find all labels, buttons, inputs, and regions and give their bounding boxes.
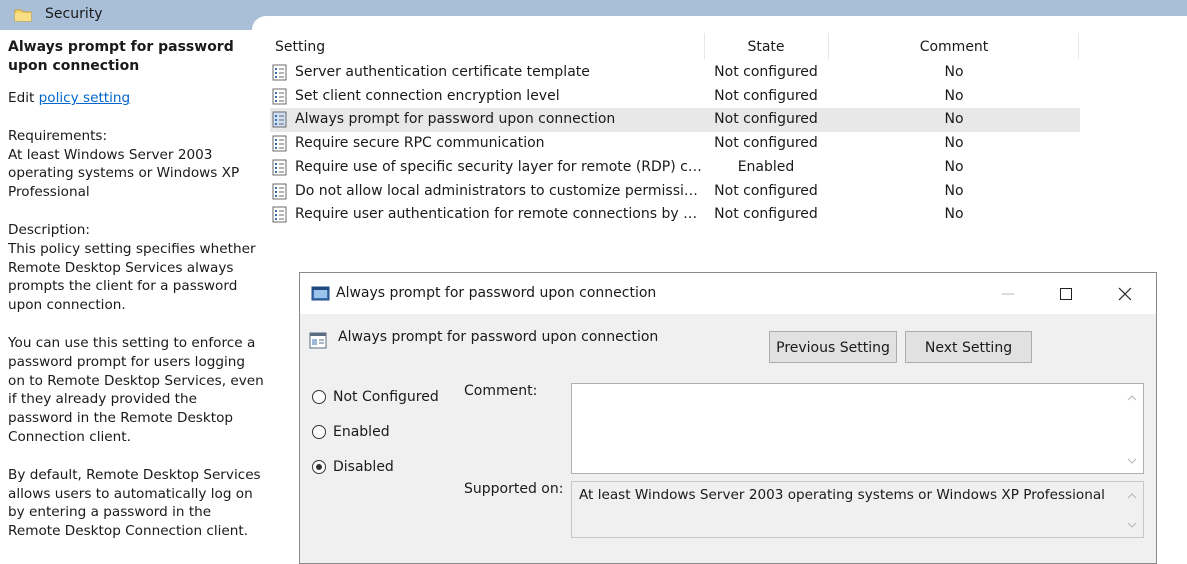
setting-name: Set client connection encryption level — [295, 87, 560, 104]
column-header-setting[interactable]: Setting — [275, 36, 325, 58]
setting-state: Not configured — [714, 64, 818, 80]
setting-name: Require user authentication for remote c… — [295, 206, 705, 223]
scroll-up-icon[interactable] — [1127, 492, 1137, 500]
policy-setting-icon — [272, 111, 287, 128]
dialog-title: Always prompt for password upon connecti… — [336, 285, 657, 301]
table-row[interactable]: Require use of specific security layer f… — [270, 156, 1080, 180]
setting-state: Not configured — [714, 206, 818, 223]
description-para-2: You can use this setting to enforce a pa… — [8, 334, 264, 445]
supported-on-value: At least Windows Server 2003 operating s… — [579, 487, 1105, 503]
radio-selected-dot — [316, 464, 322, 470]
setting-state: Not configured — [714, 111, 818, 128]
scroll-up-icon[interactable] — [1127, 394, 1137, 402]
policy-dialog: Always prompt for password upon connecti… — [299, 272, 1157, 564]
table-row[interactable]: Require secure RPC communication Not conf… — [270, 132, 1080, 156]
setting-comment: No — [944, 64, 964, 80]
edit-line: Edit policy setting — [8, 89, 264, 108]
folder-icon — [14, 9, 32, 22]
minimize-icon[interactable] — [995, 283, 1021, 305]
dialog-titlebar[interactable]: Always prompt for password upon connecti… — [300, 273, 1156, 314]
description-para-3: By default, Remote Desktop Services allo… — [8, 466, 261, 540]
radio-circle[interactable] — [312, 425, 326, 439]
description-pane: Always prompt for password upon connecti… — [8, 38, 264, 560]
setting-state: Not configured — [714, 135, 818, 152]
setting-title: Always prompt for password upon connecti… — [338, 329, 659, 345]
setting-name: Do not allow local administrators to cus… — [295, 182, 705, 199]
setting-icon — [309, 332, 327, 349]
setting-comment: No — [944, 182, 964, 199]
policy-setting-icon — [272, 206, 287, 223]
comment-label: Comment: — [464, 383, 538, 399]
setting-comment: No — [944, 206, 964, 223]
previous-setting-button[interactable]: Previous Setting — [769, 331, 897, 363]
radio-circle[interactable] — [312, 460, 326, 474]
radio-label: Disabled — [333, 459, 394, 475]
radio-label: Enabled — [333, 424, 390, 440]
column-divider[interactable] — [828, 33, 829, 59]
description-text: Description: This policy setting specifi… — [8, 221, 256, 314]
table-row[interactable]: Set client connection encryption level No… — [270, 85, 1080, 109]
radio-label: Not Configured — [333, 389, 439, 405]
column-header-state[interactable]: State — [705, 36, 827, 58]
setting-comment: No — [944, 135, 964, 152]
scroll-down-icon[interactable] — [1127, 457, 1137, 465]
category-title: Security — [45, 6, 103, 22]
table-row[interactable]: Require user authentication for remote c… — [270, 203, 1080, 227]
comment-textarea[interactable] — [571, 383, 1144, 474]
setting-name: Require use of specific security layer f… — [295, 158, 705, 175]
policy-setting-icon — [272, 183, 287, 199]
setting-name: Always prompt for password upon connecti… — [295, 111, 616, 128]
policy-setting-icon — [272, 64, 287, 81]
header-notch — [252, 16, 1187, 30]
policy-window-icon — [311, 286, 330, 301]
setting-comment: No — [944, 111, 964, 128]
next-setting-button[interactable]: Next Setting — [905, 331, 1032, 363]
column-divider[interactable] — [1078, 33, 1079, 59]
setting-name: Require secure RPC communication — [295, 135, 545, 152]
setting-state: Not configured — [714, 87, 818, 104]
requirements-text: Requirements: At least Windows Server 20… — [8, 127, 240, 201]
column-header-comment[interactable]: Comment — [830, 36, 1078, 58]
edit-prefix: Edit — [8, 90, 39, 106]
setting-state: Not configured — [714, 182, 818, 199]
policy-title: Always prompt for password upon connecti… — [8, 39, 234, 74]
setting-comment: No — [944, 87, 964, 104]
scroll-down-icon[interactable] — [1127, 521, 1137, 529]
table-row[interactable]: Do not allow local administrators to cus… — [270, 180, 1080, 204]
setting-comment: No — [944, 158, 964, 175]
table-row[interactable]: Always prompt for password upon connecti… — [270, 108, 1080, 133]
table-row[interactable]: Server authentication certificate templa… — [270, 61, 1080, 85]
supported-on-label: Supported on: — [464, 481, 564, 497]
close-icon[interactable] — [1112, 283, 1138, 305]
maximize-icon[interactable] — [1053, 283, 1079, 305]
policy-setting-icon — [272, 159, 287, 176]
setting-state: Enabled — [737, 158, 795, 175]
policy-setting-icon — [272, 88, 287, 105]
radio-circle[interactable] — [312, 390, 326, 404]
policy-setting-icon — [272, 135, 287, 152]
edit-policy-link[interactable]: policy setting — [39, 90, 130, 106]
supported-on-box[interactable]: At least Windows Server 2003 operating s… — [571, 481, 1144, 538]
setting-name: Server authentication certificate templa… — [295, 64, 590, 80]
